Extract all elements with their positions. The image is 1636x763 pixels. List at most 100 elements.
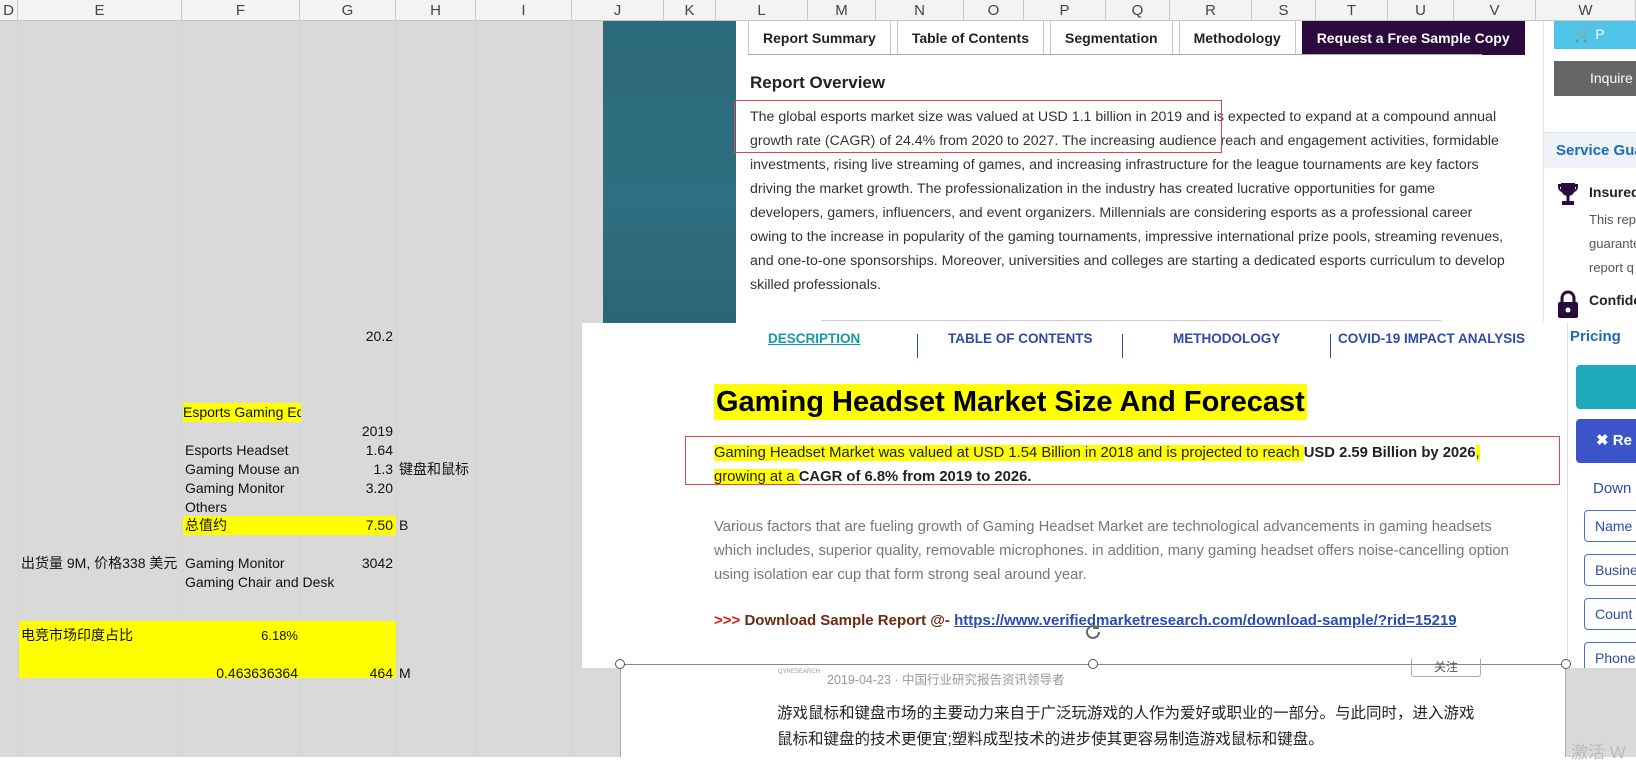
- column-header-k[interactable]: K: [664, 0, 716, 21]
- trophy-icon: [1557, 183, 1579, 205]
- article-body: 游戏鼠标和键盘市场的主要动力来自于广泛玩游戏的人作为爱好或职业的一部分。与此同时…: [777, 705, 1475, 748]
- insured-description: This rep guarante report q: [1589, 212, 1636, 275]
- cell-shipment-note[interactable]: 出货量 9M, 价格338 美元: [21, 554, 182, 573]
- cell-ratio[interactable]: 0.463636364: [183, 664, 301, 683]
- cell-monitor2-value[interactable]: 3042: [300, 554, 396, 573]
- cell-mouse-label[interactable]: Gaming Mouse and Keyboard: [185, 460, 299, 479]
- resize-handle[interactable]: [1088, 659, 1098, 669]
- divider: [821, 320, 1441, 321]
- nav-methodology[interactable]: METHODOLOGY: [1173, 331, 1280, 346]
- download-arrows: >>>: [714, 612, 741, 629]
- request-button[interactable]: ✖ Re: [1576, 419, 1636, 463]
- column-header-i[interactable]: I: [476, 0, 572, 21]
- buy-button[interactable]: [1576, 365, 1636, 409]
- report-tabs: Report Summary Table of Contents Segment…: [748, 21, 1531, 55]
- nav-separator: [1330, 334, 1331, 358]
- download-sample-link[interactable]: https://www.verifiedmarketresearch.com/d…: [954, 612, 1457, 629]
- report-sidebar: 🛒 P Inquire Service Gua Insured This rep…: [1543, 21, 1636, 323]
- insured-title: Insured: [1589, 184, 1636, 200]
- column-header-n[interactable]: N: [876, 0, 964, 21]
- headset-growth-factors: Various factors that are fueling growth …: [714, 519, 1509, 583]
- column-header-o[interactable]: O: [964, 0, 1024, 21]
- nav-separator: [917, 334, 918, 358]
- tab-segmentation[interactable]: Segmentation: [1050, 21, 1173, 55]
- cell-total-unit[interactable]: B: [399, 516, 439, 535]
- resize-handle[interactable]: [615, 659, 625, 669]
- cell-ratio-unit[interactable]: M: [399, 664, 439, 683]
- cart-icon: 🛒: [1574, 26, 1592, 42]
- tab-request-sample[interactable]: Request a Free Sample Copy: [1301, 21, 1525, 55]
- cell-year[interactable]: 2019: [300, 422, 396, 441]
- cell-headset-label[interactable]: Esports Headset: [185, 441, 300, 460]
- request-button-label: Re: [1612, 432, 1632, 449]
- cell-ratio-value[interactable]: 464: [300, 664, 396, 683]
- lock-icon: [1558, 290, 1578, 318]
- red-annotation-box: [734, 100, 1222, 153]
- activate-windows-watermark: 激活 W: [1571, 743, 1626, 762]
- rotate-handle-icon[interactable]: [1081, 620, 1105, 644]
- red-annotation-box: [685, 436, 1560, 485]
- cell-chair-label[interactable]: Gaming Chair and Desk: [185, 573, 385, 592]
- column-header-h[interactable]: H: [396, 0, 476, 21]
- qyresearch-logo: QYRESEARCH: [778, 669, 821, 675]
- phone-field[interactable]: Phone: [1584, 642, 1636, 668]
- column-header-m[interactable]: M: [808, 0, 876, 21]
- confidential-title: Confide: [1589, 292, 1636, 308]
- nav-table-of-contents[interactable]: TABLE OF CONTENTS: [948, 331, 1093, 346]
- column-header-w[interactable]: W: [1536, 0, 1636, 21]
- business-field[interactable]: Busine: [1584, 554, 1636, 586]
- column-header-f[interactable]: F: [182, 0, 300, 21]
- headset-sidebar: Pricing ✖ Re Down Name Busine Count Phon…: [1567, 323, 1636, 668]
- column-header-v[interactable]: V: [1454, 0, 1536, 21]
- column-header-d[interactable]: D: [0, 0, 18, 21]
- cell-total-value[interactable]: 7.50: [300, 516, 396, 535]
- column-header-g[interactable]: G: [300, 0, 396, 21]
- chinese-article-screenshot[interactable]: QYRESEARCH 2019-04-23 · 中国行业研究报告资讯领导者 关注…: [620, 659, 1566, 757]
- tools-icon: ✖: [1596, 432, 1609, 449]
- name-field[interactable]: Name: [1584, 510, 1636, 542]
- nav-covid-analysis[interactable]: COVID-19 IMPACT ANALYSIS: [1338, 331, 1525, 346]
- nav-separator: [1122, 334, 1123, 358]
- cell-others-label[interactable]: Others: [185, 498, 300, 517]
- column-header-r[interactable]: R: [1170, 0, 1252, 21]
- headset-nav: DESCRIPTION TABLE OF CONTENTS METHODOLOG…: [582, 323, 1636, 359]
- column-header-s[interactable]: S: [1252, 0, 1316, 21]
- resize-handle[interactable]: [1561, 659, 1571, 669]
- column-header-e[interactable]: E: [18, 0, 182, 21]
- cell-headset-value[interactable]: 1.64: [300, 441, 396, 460]
- tab-report-summary[interactable]: Report Summary: [748, 21, 891, 55]
- column-header-l[interactable]: L: [716, 0, 808, 21]
- cell-mouse-value[interactable]: 1.3: [300, 460, 396, 479]
- add-to-cart-button[interactable]: 🛒 P: [1554, 21, 1636, 49]
- column-header-p[interactable]: P: [1024, 0, 1106, 21]
- cell-india-pct[interactable]: 6.18%: [183, 626, 301, 645]
- cart-button-label: P: [1595, 26, 1605, 42]
- follow-button[interactable]: 关注: [1411, 659, 1481, 677]
- country-field[interactable]: Count: [1584, 598, 1636, 630]
- tab-underline: [748, 54, 1482, 55]
- tab-methodology[interactable]: Methodology: [1178, 21, 1296, 55]
- column-header-t[interactable]: T: [1316, 0, 1388, 21]
- report-overview-screenshot: Report Summary Table of Contents Segment…: [603, 21, 1636, 323]
- cell-monitor-value[interactable]: 3.20: [300, 479, 396, 498]
- nav-description[interactable]: DESCRIPTION: [768, 331, 860, 346]
- teal-banner: [603, 21, 736, 323]
- cell-monitor2-label[interactable]: Gaming Monitor: [185, 554, 300, 573]
- headset-title: Gaming Headset Market Size And Forecast: [714, 384, 1307, 420]
- report-overview-title: Report Overview: [750, 73, 886, 92]
- column-header-q[interactable]: Q: [1106, 0, 1170, 21]
- service-guarantee-panel: Service Gua Insured This rep guarante re…: [1544, 132, 1636, 323]
- download-form-title: Down: [1593, 480, 1632, 497]
- cell-mouse-note[interactable]: 键盘和鼠标: [399, 460, 499, 479]
- column-header-u[interactable]: U: [1388, 0, 1454, 21]
- cell-g-value[interactable]: 20.2: [300, 327, 396, 346]
- cell-monitor-label[interactable]: Gaming Monitor: [185, 479, 300, 498]
- service-guarantee-title: Service Gua: [1544, 132, 1636, 168]
- cell-equipment-title[interactable]: Esports Gaming Equipment: [183, 403, 301, 422]
- gaming-headset-screenshot: DESCRIPTION TABLE OF CONTENTS METHODOLOG…: [582, 323, 1636, 668]
- cell-total-label[interactable]: 总值约: [183, 516, 300, 535]
- inquire-button[interactable]: Inquire: [1554, 61, 1636, 96]
- cell-india-label[interactable]: 电竞市场印度占比: [21, 626, 181, 645]
- column-header-j[interactable]: J: [572, 0, 664, 21]
- tab-table-of-contents[interactable]: Table of Contents: [896, 21, 1044, 55]
